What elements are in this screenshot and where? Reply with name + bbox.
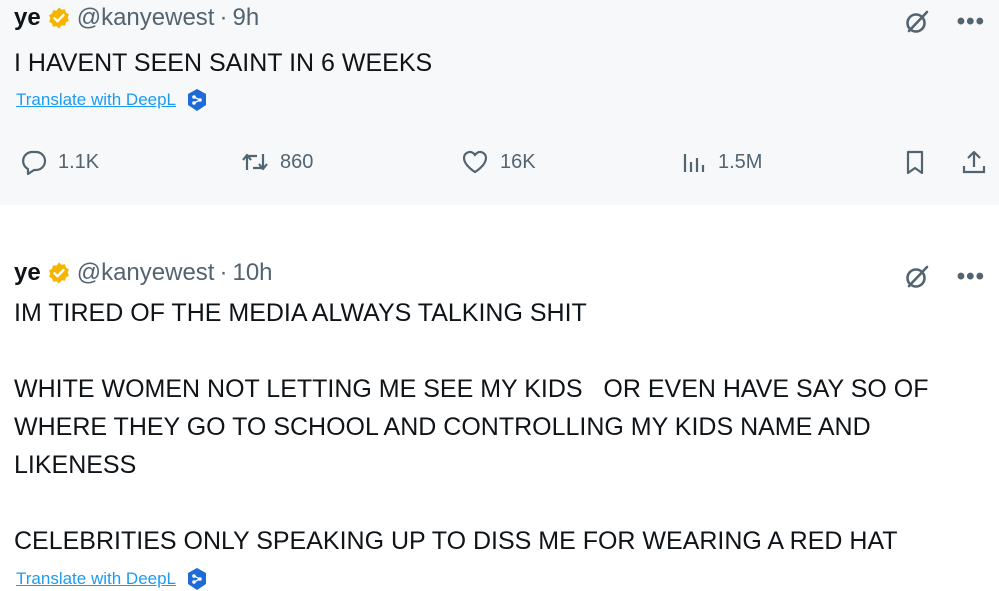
verified-badge-icon (47, 6, 71, 30)
translate-link[interactable]: Translate with DeepL (16, 567, 208, 591)
grok-icon[interactable] (903, 8, 931, 36)
tweet-header: ye @kanyewest · 9h (14, 4, 259, 32)
bookmark-icon (902, 148, 928, 176)
like-count: 16K (500, 150, 536, 173)
verified-badge-icon (47, 261, 71, 285)
separator-dot: · (219, 4, 228, 31)
repost-button[interactable]: 860 (240, 146, 313, 178)
tweet-text: I HAVENT SEEN SAINT IN 6 WEEKS (14, 49, 433, 77)
like-icon (460, 148, 490, 176)
views-button[interactable]: 1.5M (680, 146, 762, 178)
timestamp[interactable]: 10h (232, 259, 272, 287)
user-handle[interactable]: @kanyewest (77, 259, 215, 287)
like-button[interactable]: 16K (460, 146, 536, 178)
view-count: 1.5M (718, 150, 763, 173)
more-icon[interactable]: ••• (957, 10, 985, 34)
translate-label[interactable]: Translate with DeepL (16, 90, 176, 110)
views-icon (680, 148, 708, 176)
deepl-icon (186, 88, 208, 112)
user-handle[interactable]: @kanyewest (77, 4, 215, 32)
header-actions: ••• (903, 263, 985, 291)
timestamp[interactable]: 9h (232, 4, 259, 32)
reply-count: 1.1K (58, 150, 100, 173)
display-name[interactable]: ye (14, 259, 41, 287)
more-icon[interactable]: ••• (957, 265, 985, 289)
tweet[interactable]: ye @kanyewest · 10h ••• IM TIRED OF THE … (0, 205, 999, 590)
header-actions: ••• (903, 8, 985, 36)
share-icon (960, 148, 988, 176)
reply-button[interactable]: 1.1K (20, 146, 99, 178)
tweet[interactable]: ye @kanyewest · 9h ••• I HAVENT SEEN SAI… (0, 0, 999, 205)
translate-link[interactable]: Translate with DeepL (16, 88, 208, 112)
reply-icon (20, 148, 48, 176)
separator-dot: · (219, 259, 228, 286)
action-bar: 1.1K 860 16K 1.5M (20, 146, 988, 178)
share-button[interactable] (960, 146, 988, 178)
tweet-header: ye @kanyewest · 10h (14, 259, 273, 287)
bookmark-button[interactable] (902, 146, 928, 178)
retweet-icon (240, 148, 270, 176)
translate-label[interactable]: Translate with DeepL (16, 569, 176, 589)
tweet-text: IM TIRED OF THE MEDIA ALWAYS TALKING SHI… (14, 299, 929, 555)
deepl-icon (186, 567, 208, 591)
grok-icon[interactable] (903, 263, 931, 291)
repost-count: 860 (280, 150, 314, 173)
display-name[interactable]: ye (14, 4, 41, 32)
